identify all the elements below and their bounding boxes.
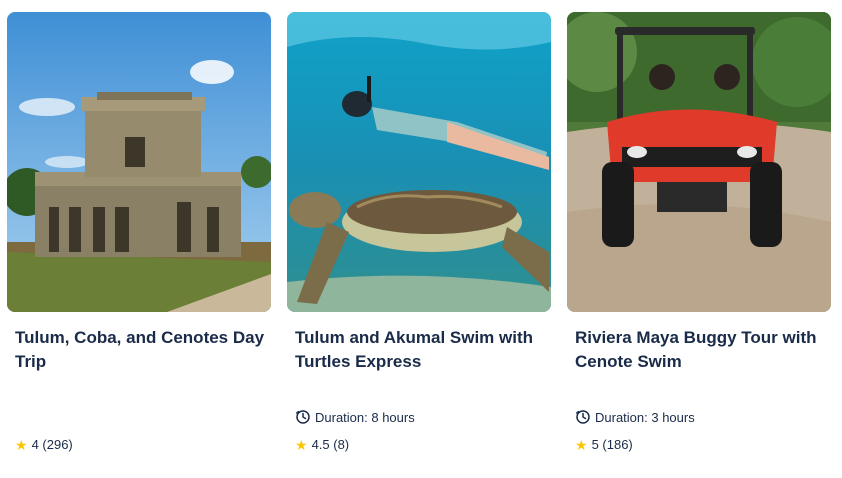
rating: ★ 4.5 (8): [295, 437, 349, 452]
rating-text: 4.5 (8): [311, 437, 350, 452]
star-icon: ★: [295, 436, 308, 453]
duration-text: Duration: 3 hours: [595, 409, 695, 425]
duration: Duration: 8 hours: [295, 409, 415, 425]
mayan-ruins-photo[interactable]: [7, 12, 271, 312]
rating-text: 5 (186): [591, 437, 633, 452]
rating-text: 4 (296): [31, 437, 73, 452]
clock-icon: [295, 409, 311, 425]
rating: ★ 5 (186): [575, 437, 633, 452]
snorkel-turtle-photo[interactable]: [287, 12, 551, 312]
activity-title[interactable]: Tulum and Akumal Swim with Turtles Expre…: [295, 326, 545, 374]
buggy-tour-photo[interactable]: [567, 12, 831, 312]
activity-title[interactable]: Riviera Maya Buggy Tour with Cenote Swim: [575, 326, 825, 374]
rating: ★ 4 (296): [15, 437, 73, 452]
duration: Duration: 3 hours: [575, 409, 695, 425]
star-icon: ★: [575, 436, 588, 453]
clock-icon: [575, 409, 591, 425]
activity-card-buggy-tour[interactable]: Riviera Maya Buggy Tour with Cenote Swim…: [567, 12, 831, 462]
duration-text: Duration: 8 hours: [315, 409, 415, 425]
activity-title[interactable]: Tulum, Coba, and Cenotes Day Trip: [15, 326, 265, 374]
activity-card-akumal-turtles[interactable]: Tulum and Akumal Swim with Turtles Expre…: [287, 12, 551, 462]
star-icon: ★: [15, 436, 28, 453]
activity-card-tulum-coba[interactable]: Tulum, Coba, and Cenotes Day Trip ★ 4 (2…: [7, 12, 271, 462]
